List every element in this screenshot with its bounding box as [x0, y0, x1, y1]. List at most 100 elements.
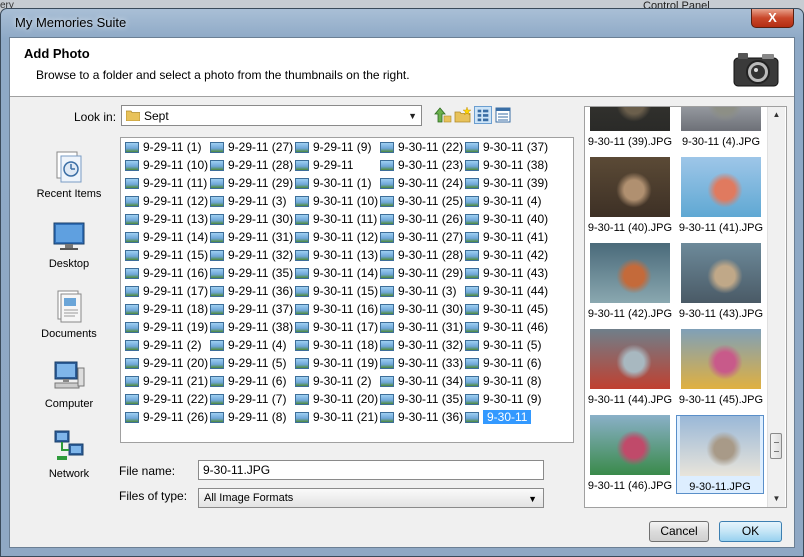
file-type-dropdown[interactable]: All Image Formats ▼	[198, 488, 544, 508]
file-list-item[interactable]: 9-30-11 (2)	[295, 374, 371, 392]
file-list-item[interactable]: 9-30-11 (34)	[380, 374, 463, 392]
place-recent-items[interactable]: Recent Items	[23, 148, 115, 200]
file-list-item[interactable]: 9-30-11 (11)	[295, 212, 377, 230]
file-list-item[interactable]: 9-30-11 (28)	[380, 248, 463, 266]
file-list-item[interactable]: 9-30-11 (45)	[465, 302, 548, 320]
thumbnail-item[interactable]: 9-30-11 (39).JPG	[587, 107, 673, 148]
place-network[interactable]: Network	[23, 428, 115, 480]
scrollbar-thumb[interactable]	[770, 433, 782, 459]
file-list-item[interactable]: 9-30-11 (1)	[295, 176, 371, 194]
file-list-item[interactable]: 9-29-11 (37)	[210, 302, 293, 320]
file-list-item[interactable]: 9-30-11 (24)	[380, 176, 463, 194]
file-list-item[interactable]: 9-29-11 (8)	[210, 410, 286, 428]
file-list-item[interactable]: 9-30-11 (13)	[295, 248, 378, 266]
file-list-item[interactable]: 9-30-11	[465, 410, 532, 428]
cancel-button[interactable]: Cancel	[649, 521, 709, 542]
file-list-item[interactable]: 9-30-11 (27)	[380, 230, 463, 248]
file-list[interactable]: 9-29-11 (1) 9-29-11 (10) 9-29-11 (11) 9-29-…	[120, 137, 574, 443]
file-list-item[interactable]: 9-30-11 (43)	[465, 266, 548, 284]
file-list-item[interactable]: 9-30-11 (8)	[465, 374, 541, 392]
file-list-item[interactable]: 9-29-11	[295, 158, 353, 176]
file-list-item[interactable]: 9-29-11 (2)	[125, 338, 201, 356]
file-list-item[interactable]: 9-30-11 (36)	[380, 410, 463, 428]
file-list-item[interactable]: 9-30-11 (33)	[380, 356, 463, 374]
scroll-up-arrow-icon[interactable]: ▲	[768, 107, 785, 123]
place-desktop[interactable]: Desktop	[23, 218, 115, 270]
thumbnail-item[interactable]: 9-30-11 (44).JPG	[587, 329, 673, 406]
file-list-item[interactable]: 9-29-11 (26)	[125, 410, 208, 428]
file-list-item[interactable]: 9-30-11 (30)	[380, 302, 463, 320]
file-list-item[interactable]: 9-30-11 (46)	[465, 320, 548, 338]
file-list-item[interactable]: 9-30-11 (19)	[295, 356, 378, 374]
file-list-item[interactable]: 9-29-11 (12)	[125, 194, 208, 212]
file-list-item[interactable]: 9-30-11 (23)	[380, 158, 463, 176]
file-list-item[interactable]: 9-29-11 (17)	[125, 284, 208, 302]
file-list-item[interactable]: 9-29-11 (18)	[125, 302, 208, 320]
thumbnail-scrollbar[interactable]: ▲ ▼	[767, 107, 785, 507]
file-list-item[interactable]: 9-29-11 (30)	[210, 212, 293, 230]
file-list-item[interactable]: 9-30-11 (42)	[465, 248, 548, 266]
up-folder-icon[interactable]	[434, 106, 452, 124]
file-list-item[interactable]: 9-29-11 (28)	[210, 158, 293, 176]
file-list-item[interactable]: 9-30-11 (14)	[295, 266, 378, 284]
thumbnail-item[interactable]: 9-30-11 (42).JPG	[587, 243, 673, 320]
file-list-item[interactable]: 9-29-11 (27)	[210, 140, 293, 158]
file-list-item[interactable]: 9-29-11 (16)	[125, 266, 208, 284]
file-name-input[interactable]	[198, 460, 544, 480]
chevron-down-icon[interactable]: ▼	[408, 111, 417, 121]
thumbnail-item[interactable]: 9-30-11 (43).JPG	[678, 243, 764, 320]
file-list-item[interactable]: 9-29-11 (22)	[125, 392, 208, 410]
place-computer[interactable]: Computer	[23, 358, 115, 410]
ok-button[interactable]: OK	[719, 521, 782, 542]
file-list-item[interactable]: 9-29-11 (1)	[125, 140, 201, 158]
details-view-icon[interactable]	[494, 106, 512, 124]
file-list-item[interactable]: 9-29-11 (5)	[210, 356, 286, 374]
file-list-item[interactable]: 9-30-11 (37)	[465, 140, 548, 158]
file-list-item[interactable]: 9-30-11 (4)	[465, 194, 541, 212]
file-list-item[interactable]: 9-29-11 (3)	[210, 194, 286, 212]
file-list-item[interactable]: 9-30-11 (25)	[380, 194, 463, 212]
file-list-item[interactable]: 9-29-11 (13)	[125, 212, 208, 230]
file-list-item[interactable]: 9-30-11 (35)	[380, 392, 463, 410]
file-list-item[interactable]: 9-29-11 (31)	[210, 230, 293, 248]
file-list-item[interactable]: 9-29-11 (36)	[210, 284, 293, 302]
file-list-item[interactable]: 9-30-11 (10)	[295, 194, 378, 212]
file-list-item[interactable]: 9-29-11 (19)	[125, 320, 208, 338]
file-list-item[interactable]: 9-29-11 (6)	[210, 374, 286, 392]
file-list-item[interactable]: 9-30-11 (17)	[295, 320, 378, 338]
file-list-item[interactable]: 9-29-11 (9)	[295, 140, 371, 158]
file-list-item[interactable]: 9-29-11 (38)	[210, 320, 293, 338]
file-list-item[interactable]: 9-30-11 (32)	[380, 338, 463, 356]
thumbnail-item[interactable]: 9-30-11 (41).JPG	[678, 157, 764, 234]
file-list-item[interactable]: 9-30-11 (18)	[295, 338, 378, 356]
file-list-item[interactable]: 9-30-11 (5)	[465, 338, 541, 356]
file-list-item[interactable]: 9-30-11 (40)	[465, 212, 548, 230]
scroll-down-arrow-icon[interactable]: ▼	[768, 491, 785, 507]
file-list-item[interactable]: 9-29-11 (15)	[125, 248, 208, 266]
file-list-item[interactable]: 9-29-11 (10)	[125, 158, 208, 176]
file-list-item[interactable]: 9-30-11 (16)	[295, 302, 378, 320]
file-list-item[interactable]: 9-30-11 (29)	[380, 266, 463, 284]
place-documents[interactable]: Documents	[23, 288, 115, 340]
file-list-item[interactable]: 9-30-11 (44)	[465, 284, 548, 302]
thumbnail-item[interactable]: 9-30-11 (45).JPG	[678, 329, 764, 406]
title-bar[interactable]: My Memories Suite X	[1, 9, 803, 37]
file-list-item[interactable]: 9-30-11 (15)	[295, 284, 378, 302]
thumbnail-item[interactable]: 9-30-11 (4).JPG	[678, 107, 764, 148]
new-folder-icon[interactable]	[454, 106, 472, 124]
file-list-item[interactable]: 9-29-11 (29)	[210, 176, 293, 194]
file-list-item[interactable]: 9-30-11 (26)	[380, 212, 463, 230]
file-list-item[interactable]: 9-30-11 (41)	[465, 230, 548, 248]
close-button[interactable]: X	[751, 9, 794, 28]
file-list-item[interactable]: 9-30-11 (9)	[465, 392, 541, 410]
list-view-icon[interactable]	[474, 106, 492, 124]
thumbnail-item[interactable]: 9-30-11 (46).JPG	[587, 415, 673, 492]
chevron-down-icon[interactable]: ▼	[528, 494, 537, 504]
file-list-item[interactable]: 9-29-11 (4)	[210, 338, 286, 356]
thumbnail-item[interactable]: 9-30-11.JPG	[676, 415, 764, 494]
thumbnail-pane[interactable]: 9-30-11.JPG 9-30-11 (46).JPG 9-30-11 (45).…	[584, 106, 787, 508]
file-list-item[interactable]: 9-29-11 (32)	[210, 248, 293, 266]
file-list-item[interactable]: 9-29-11 (21)	[125, 374, 208, 392]
file-list-item[interactable]: 9-30-11 (6)	[465, 356, 541, 374]
file-list-item[interactable]: 9-30-11 (20)	[295, 392, 378, 410]
